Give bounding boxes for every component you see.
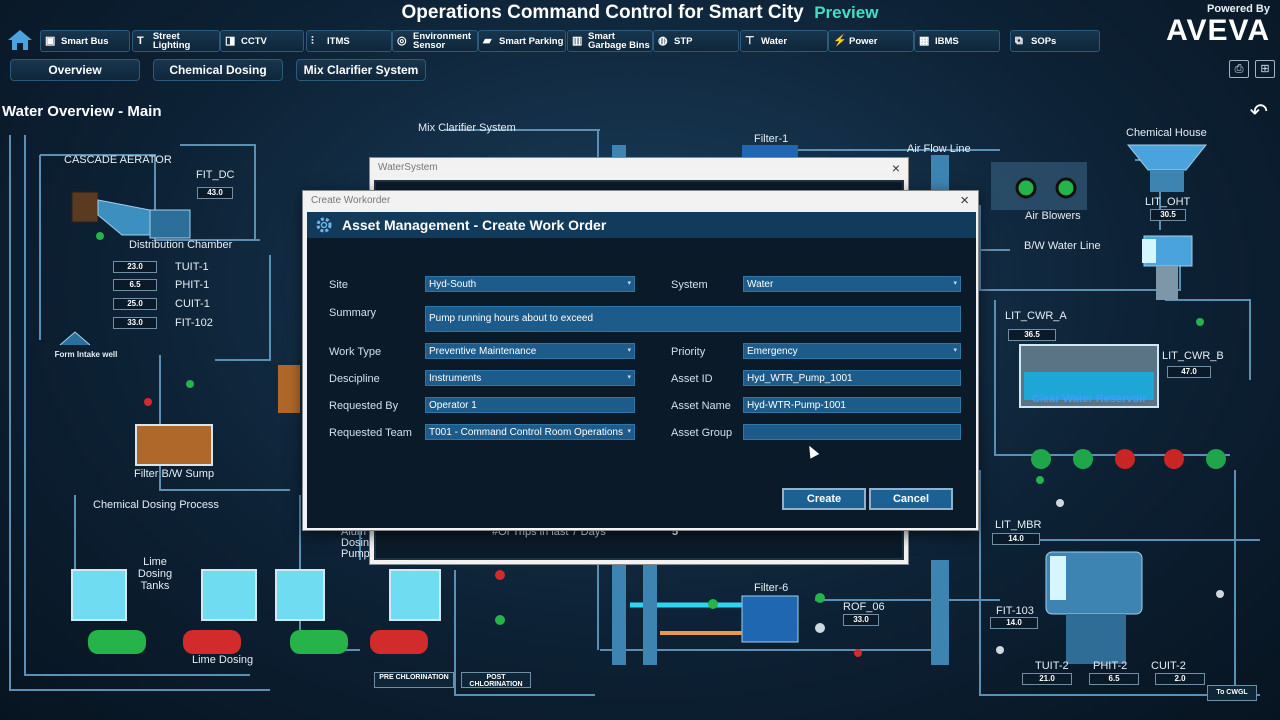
phit2-label: PHIT-2 bbox=[1093, 660, 1128, 672]
priority-label: Priority bbox=[671, 346, 706, 358]
dialog-heading: Asset Management - Create Work Order bbox=[342, 217, 607, 233]
alum-dosing-pump-label: Alum Dosing Pump bbox=[341, 527, 369, 560]
asset-id-label: Asset ID bbox=[671, 373, 713, 385]
lit-oht-value: 30.5 bbox=[1150, 209, 1186, 221]
descipline-label: Descipline bbox=[329, 373, 380, 385]
cascade-aerator-label: CASCADE AERATOR bbox=[64, 154, 172, 166]
cuit1-value: 25.0 bbox=[113, 298, 157, 310]
cascade-aerator-graphic bbox=[71, 191, 191, 239]
lit-cwr-a-label: LIT_CWR_A bbox=[1005, 310, 1067, 322]
asset-name-label: Asset Name bbox=[671, 400, 731, 412]
requested-by-label: Requested By bbox=[329, 400, 399, 412]
close-icon[interactable]: × bbox=[892, 160, 900, 176]
tuit1-value: 23.0 bbox=[113, 261, 157, 273]
fit-dc-label: FIT_DC bbox=[196, 169, 235, 181]
dialog-header: Asset Management - Create Work Order bbox=[307, 212, 976, 238]
air-flow-line-label: Air Flow Line bbox=[907, 143, 971, 155]
phit2-value: 6.5 bbox=[1089, 673, 1139, 685]
phit1-label: PHIT-1 bbox=[175, 279, 210, 291]
to-cwgl-button[interactable]: To CWGL bbox=[1207, 685, 1257, 701]
requested-by-input[interactable]: Operator 1 bbox=[425, 397, 635, 413]
tuit1-label: TUIT-1 bbox=[175, 261, 209, 273]
system-select[interactable]: Water ▾ bbox=[743, 276, 961, 292]
chevron-down-icon: ▾ bbox=[953, 347, 957, 354]
lime-dosing-label: Lime Dosing bbox=[192, 654, 254, 666]
close-icon[interactable]: × bbox=[960, 192, 969, 209]
rof06-label: ROF_06 bbox=[843, 601, 885, 613]
chevron-down-icon: ▾ bbox=[627, 347, 631, 354]
lime-dosing-tanks-label: Lime Dosing Tanks bbox=[137, 556, 173, 592]
chevron-down-icon: ▾ bbox=[627, 428, 631, 435]
phit1-value: 6.5 bbox=[113, 279, 157, 291]
asset-id-input[interactable]: Hyd_WTR_Pump_1001 bbox=[743, 370, 961, 386]
chemical-dosing-process-label: Chemical Dosing Process bbox=[93, 499, 219, 511]
bw-water-line-label: B/W Water Line bbox=[1024, 240, 1101, 252]
chevron-down-icon: ▾ bbox=[627, 374, 631, 381]
lit-cwr-b-label: LIT_CWR_B bbox=[1162, 350, 1224, 362]
cuit2-value: 2.0 bbox=[1155, 673, 1205, 685]
air-blowers-label: Air Blowers bbox=[1025, 210, 1081, 222]
tuit2-value: 21.0 bbox=[1022, 673, 1072, 685]
fit103-value: 14.0 bbox=[990, 617, 1038, 629]
fit-dc-value: 43.0 bbox=[197, 187, 233, 199]
summary-input[interactable]: Pump running hours about to exceed bbox=[425, 306, 961, 332]
lit-mbr-value: 14.0 bbox=[992, 533, 1040, 545]
dialog-body: Asset Management - Create Work Order Sit… bbox=[307, 212, 976, 528]
system-label: System bbox=[671, 279, 708, 291]
requested-team-label: Requested Team bbox=[329, 427, 412, 439]
requested-team-select[interactable]: T001 - Command Control Room Operations ▾ bbox=[425, 424, 635, 440]
rof06-value: 33.0 bbox=[843, 614, 879, 626]
work-type-label: Work Type bbox=[329, 346, 382, 358]
create-workorder-dialog: Create Workorder × Asset Management - Cr… bbox=[302, 190, 979, 531]
dialog-window-title: Create Workorder bbox=[311, 195, 391, 206]
filter-bw-sump-label: Filter B/W Sump bbox=[134, 468, 215, 480]
fit102-label: FIT-102 bbox=[175, 317, 213, 329]
lit-mbr-label: LIT_MBR bbox=[995, 519, 1042, 531]
site-label: Site bbox=[329, 279, 348, 291]
work-type-select[interactable]: Preventive Maintenance ▾ bbox=[425, 343, 635, 359]
chevron-down-icon: ▾ bbox=[953, 280, 957, 287]
lit-cwr-b-value: 47.0 bbox=[1167, 366, 1211, 378]
chevron-down-icon: ▾ bbox=[627, 280, 631, 287]
form-intake-label: Form Intake well bbox=[54, 350, 118, 359]
cancel-button[interactable]: Cancel bbox=[869, 488, 953, 510]
priority-select[interactable]: Emergency ▾ bbox=[743, 343, 961, 359]
cuit1-label: CUIT-1 bbox=[175, 298, 210, 310]
gear-icon bbox=[316, 217, 332, 233]
chemical-house-label: Chemical House bbox=[1126, 127, 1207, 139]
descipline-select[interactable]: Instruments ▾ bbox=[425, 370, 635, 386]
water-system-window-title: WaterSystem bbox=[378, 162, 438, 173]
pre-chlorination-button[interactable]: PRE CHLORINATION bbox=[374, 672, 454, 688]
fit103-label: FIT-103 bbox=[996, 605, 1034, 617]
asset-group-input[interactable] bbox=[743, 424, 961, 440]
post-chlorination-button[interactable]: POST CHLORINATION bbox=[461, 672, 531, 688]
distribution-chamber-label: Distribution Chamber bbox=[129, 239, 233, 251]
filter1-label: Filter-1 bbox=[754, 133, 789, 145]
clear-water-reservoir-label: Clear Water Reservoir bbox=[1032, 393, 1147, 405]
lit-oht-label: LIT_OHT bbox=[1145, 196, 1191, 208]
cuit2-label: CUIT-2 bbox=[1151, 660, 1186, 672]
site-select[interactable]: Hyd-South ▾ bbox=[425, 276, 635, 292]
summary-label: Summary bbox=[329, 307, 377, 319]
fit102-value: 33.0 bbox=[113, 317, 157, 329]
lit-cwr-a-value: 36.5 bbox=[1008, 329, 1056, 341]
asset-group-label: Asset Group bbox=[671, 427, 733, 439]
create-button[interactable]: Create bbox=[782, 488, 866, 510]
asset-name-input[interactable]: Hyd-WTR-Pump-1001 bbox=[743, 397, 961, 413]
mix-clarifier-label: Mix Clarifier System bbox=[418, 122, 516, 134]
tuit2-label: TUIT-2 bbox=[1035, 660, 1069, 672]
filter6-label: Filter-6 bbox=[754, 582, 789, 594]
